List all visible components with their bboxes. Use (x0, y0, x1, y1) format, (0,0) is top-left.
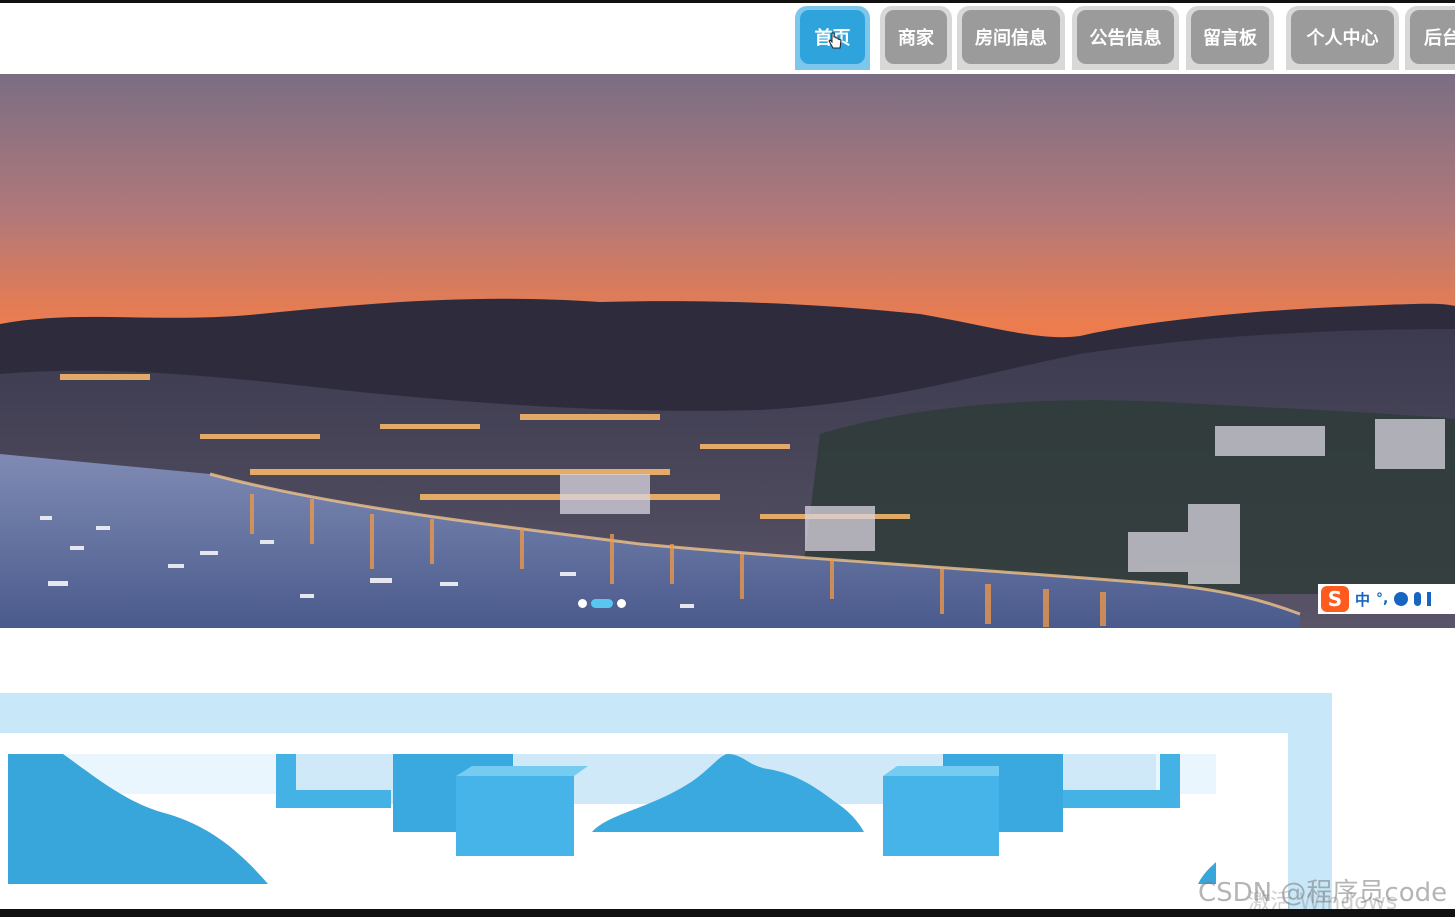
nav-item-admin[interactable]: 后台 (1405, 6, 1455, 70)
nav-item-label: 房间信息 (962, 10, 1060, 64)
mic-icon[interactable] (1414, 592, 1422, 606)
carousel-dot[interactable] (617, 598, 626, 608)
nav-item-message-board[interactable]: 留言板 (1186, 6, 1274, 70)
ime-language-toggle[interactable]: 中 (1355, 589, 1370, 610)
nav-item-label: 后台 (1410, 10, 1455, 64)
sogou-logo-icon[interactable]: S (1321, 586, 1349, 612)
nav-item-merchant[interactable]: 商家 (880, 6, 952, 70)
room-scene-illustration (8, 754, 1216, 884)
banner-carousel[interactable] (0, 74, 1455, 628)
nav-item-user-center[interactable]: 个人中心 (1286, 6, 1399, 70)
csdn-watermark: CSDN @程序员code (1198, 878, 1448, 908)
nav-item-label: 商家 (885, 10, 947, 64)
decorative-banner-image (8, 754, 1216, 884)
banner-image (0, 74, 1455, 628)
nav-item-room-info[interactable]: 房间信息 (957, 6, 1065, 70)
bottom-border (0, 909, 1455, 917)
nav-item-label: 个人中心 (1291, 10, 1394, 64)
nav-item-label: 公告信息 (1077, 10, 1174, 64)
carousel-indicators (578, 597, 626, 609)
top-border (0, 0, 1455, 3)
ime-toolbar: S 中 °, (1318, 584, 1455, 614)
more-icon[interactable] (1427, 592, 1432, 606)
nav-item-home[interactable]: 首页 (795, 6, 870, 70)
main-nav: 首页 商家 房间信息 公告信息 留言板 个人中心 后台 (795, 6, 1455, 74)
hand-cursor-icon (828, 32, 842, 49)
nav-item-announcements[interactable]: 公告信息 (1072, 6, 1179, 70)
emoji-icon[interactable] (1394, 592, 1409, 606)
ime-punctuation-toggle[interactable]: °, (1376, 591, 1388, 607)
carousel-dot[interactable] (578, 598, 587, 608)
nav-item-label: 留言板 (1191, 10, 1269, 64)
carousel-dot-active[interactable] (591, 598, 613, 608)
